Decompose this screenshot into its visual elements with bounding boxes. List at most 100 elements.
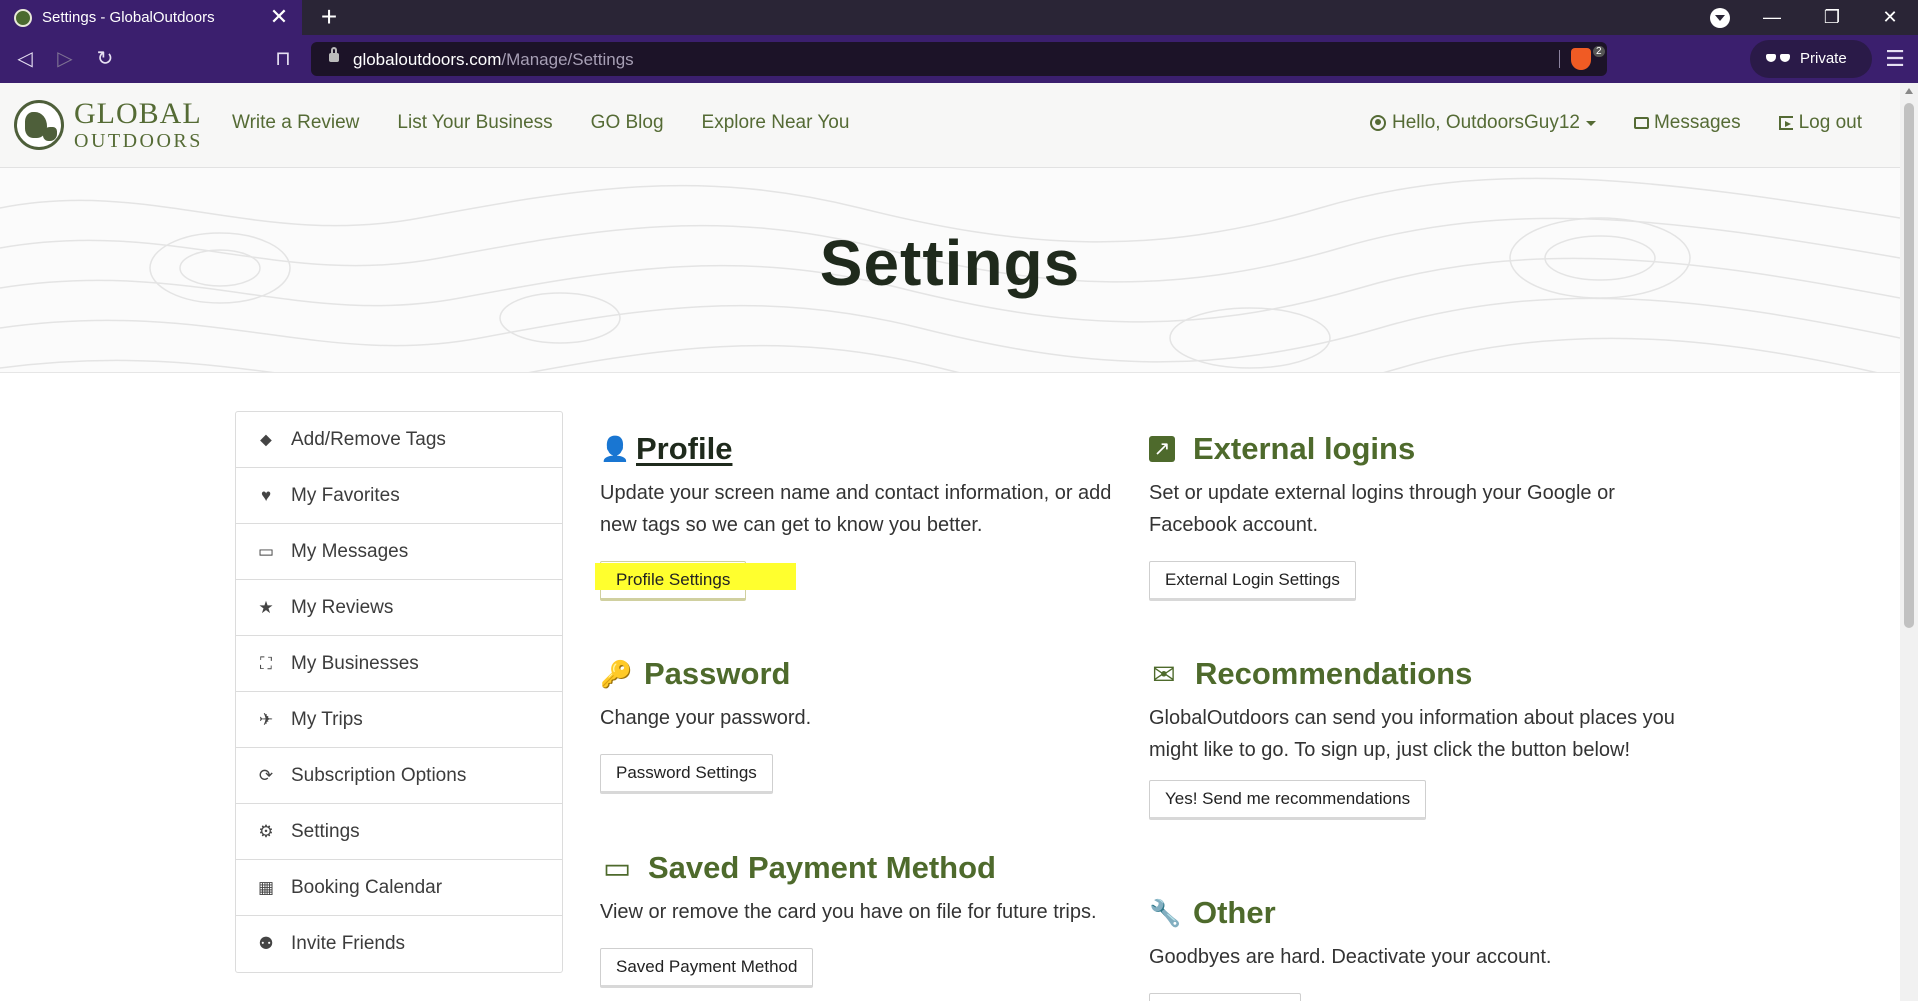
sidebar-item-label: My Trips <box>291 708 363 730</box>
private-window-badge[interactable]: Private <box>1750 40 1872 78</box>
recommendations-title: Recommendations <box>1195 656 1473 691</box>
site-header: GLOBAL OUTDOORS Write a Review List Your… <box>0 83 1900 168</box>
main-nav: Write a Review List Your Business GO Blo… <box>232 112 887 134</box>
sidebar-item-label: Booking Calendar <box>291 876 443 898</box>
browser-tab-active[interactable]: Settings - GlobalOutdoors ✕ <box>0 0 302 35</box>
profile-title-link[interactable]: Profile <box>636 431 732 467</box>
back-icon[interactable]: ◁ <box>10 44 40 74</box>
sidebar-item-invite[interactable]: ⚉ Invite Friends <box>236 916 562 972</box>
wrench-icon: 🔧 <box>1149 897 1182 928</box>
profile-settings-label: Profile Settings <box>616 570 731 589</box>
password-title: Password <box>644 656 791 691</box>
send-recommendations-button[interactable]: Yes! Send me recommendations <box>1149 780 1427 820</box>
saved-payment-button[interactable]: Saved Payment Method <box>600 948 814 988</box>
logout-icon <box>1778 116 1793 130</box>
page-scrollbar[interactable] <box>1900 83 1918 1001</box>
credit-card-icon: ▭ <box>602 851 632 885</box>
password-heading: 🔑 Password <box>600 656 1120 692</box>
nav-list-business[interactable]: List Your Business <box>397 112 552 134</box>
external-link-icon: ↗ <box>1149 436 1175 462</box>
sidebar-item-settings[interactable]: ⚙ Settings <box>236 804 562 860</box>
browser-menu-icon[interactable]: ☰ <box>1880 44 1910 74</box>
refresh-icon: ⟳ <box>258 765 274 785</box>
messages-label: Messages <box>1653 112 1741 133</box>
tab-close-button[interactable]: ✕ <box>266 4 292 30</box>
sidebar-item-subscription[interactable]: ⟳ Subscription Options <box>236 748 562 804</box>
other-description: Goodbyes are hard. Deactivate your accou… <box>1149 946 1552 968</box>
gear-icon: ⚙ <box>258 821 274 841</box>
logout-link[interactable]: Log out <box>1778 112 1862 134</box>
browser-toolbar: ◁ ▷ ↻ ⊓ globaloutdoors.com/Manage/Settin… <box>0 35 1918 83</box>
lock-icon <box>329 47 339 62</box>
page-hero: Settings <box>0 168 1900 373</box>
messages-link[interactable]: Messages <box>1633 112 1741 134</box>
window-restore-button[interactable]: ❐ <box>1804 0 1860 35</box>
logo-line-outdoors: OUTDOORS <box>74 130 203 152</box>
payment-section: ▭ Saved Payment Method View or remove th… <box>600 850 1120 988</box>
payment-heading: ▭ Saved Payment Method <box>600 850 1120 886</box>
nav-write-review[interactable]: Write a Review <box>232 112 359 134</box>
sidebar-item-trips[interactable]: ✈ My Trips <box>236 692 562 748</box>
new-tab-button[interactable]: + <box>314 2 344 32</box>
sidebar-item-label: My Messages <box>291 540 409 562</box>
private-label: Private <box>1800 50 1847 67</box>
profile-settings-button[interactable]: Profile Settings <box>595 561 796 601</box>
web-page: GLOBAL OUTDOORS Write a Review List Your… <box>0 83 1900 1001</box>
external-login-settings-button[interactable]: External Login Settings <box>1149 561 1356 601</box>
window-close-button[interactable]: ✕ <box>1862 0 1918 35</box>
user-icon: 👤 <box>600 435 630 463</box>
sidebar-item-label: Subscription Options <box>291 764 467 786</box>
page-title: Settings <box>819 227 1081 299</box>
sidebar-item-label: My Reviews <box>291 596 394 618</box>
plane-icon: ✈ <box>258 709 274 729</box>
logo-text: GLOBAL OUTDOORS <box>74 99 203 152</box>
reload-icon[interactable]: ↻ <box>90 44 120 74</box>
tags-icon: ⬥ <box>260 429 272 449</box>
bookmark-icon[interactable]: ⊓ <box>268 44 298 74</box>
sidebar-item-label: Add/Remove Tags <box>291 428 446 450</box>
profile-heading: 👤 Profile <box>600 431 1120 467</box>
user-menu-dropdown[interactable]: Hello, OutdoorsGuy12 <box>1369 112 1596 134</box>
sidebar-item-messages[interactable]: ▭ My Messages <box>236 524 562 580</box>
brave-shields-icon[interactable] <box>1571 48 1591 70</box>
sidebar-item-label: My Businesses <box>291 652 419 674</box>
password-settings-button[interactable]: Password Settings <box>600 754 773 794</box>
window-minimize-button[interactable]: — <box>1744 0 1800 35</box>
sidebar-item-label: Settings <box>291 820 360 842</box>
recommendations-section: ✉ Recommendations GlobalOutdoors can sen… <box>1149 656 1689 820</box>
nav-go-blog[interactable]: GO Blog <box>591 112 664 134</box>
address-bar[interactable]: globaloutdoors.com/Manage/Settings 2 <box>311 42 1607 76</box>
external-description: Set or update external logins through yo… <box>1149 482 1615 536</box>
user-nav: Hello, OutdoorsGuy12 Messages Log out <box>1332 112 1862 134</box>
deactivate-account-button[interactable] <box>1149 993 1301 1001</box>
sidebar-item-label: My Favorites <box>291 484 400 506</box>
heart-icon: ♥ <box>260 485 272 505</box>
envelope-open-icon: ✉ <box>1152 658 1176 690</box>
download-icon[interactable] <box>1710 8 1730 28</box>
url-text[interactable]: globaloutdoors.com/Manage/Settings <box>353 50 634 70</box>
scrollbar-thumb[interactable] <box>1904 103 1914 628</box>
sidebar-item-favorites[interactable]: ♥ My Favorites <box>236 468 562 524</box>
sidebar-item-label: Invite Friends <box>291 933 406 954</box>
other-title: Other <box>1193 895 1276 930</box>
url-path: /Manage/Settings <box>501 50 634 69</box>
sidebar-item-calendar[interactable]: ▦ Booking Calendar <box>236 860 562 916</box>
sidebar-item-businesses[interactable]: ⛶ My Businesses <box>236 636 562 692</box>
password-section: 🔑 Password Change your password. Passwor… <box>600 656 1120 794</box>
external-title: External logins <box>1193 431 1416 466</box>
sidebar-item-reviews[interactable]: ★ My Reviews <box>236 580 562 636</box>
logout-label: Log out <box>1798 112 1862 133</box>
globe-logo-icon <box>14 100 64 150</box>
password-description: Change your password. <box>600 707 812 729</box>
user-greeting: Hello, OutdoorsGuy12 <box>1391 112 1580 133</box>
browser-tab-strip: Settings - GlobalOutdoors ✕ + — ❐ ✕ <box>0 0 1918 35</box>
payment-title: Saved Payment Method <box>648 850 996 885</box>
sidebar-item-tags[interactable]: ⬥ Add/Remove Tags <box>236 412 562 468</box>
nav-explore-near-you[interactable]: Explore Near You <box>702 112 850 134</box>
calendar-icon: ▦ <box>257 877 275 897</box>
profile-description: Update your screen name and contact info… <box>600 482 1112 536</box>
scroll-up-arrow-icon[interactable] <box>1905 88 1913 94</box>
forward-icon[interactable]: ▷ <box>50 44 80 74</box>
site-logo[interactable]: GLOBAL OUTDOORS <box>14 98 203 152</box>
recommendations-description: GlobalOutdoors can send you information … <box>1149 707 1675 761</box>
